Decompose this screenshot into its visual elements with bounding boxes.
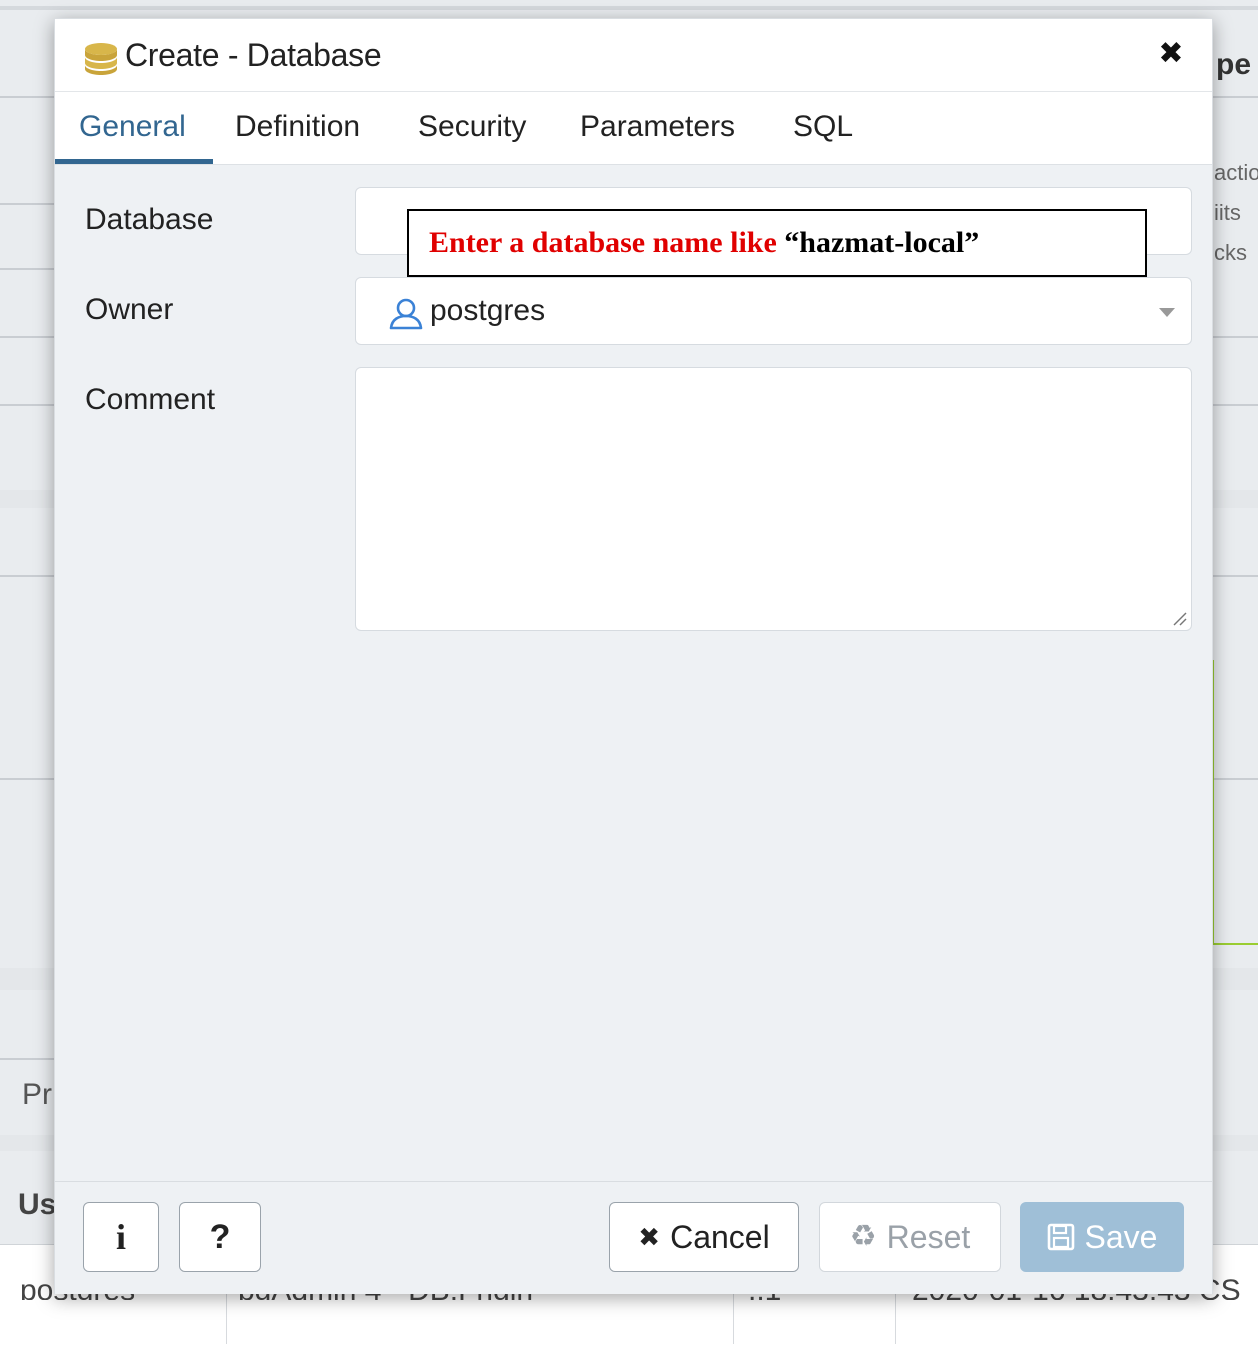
bg-divider <box>1211 404 1258 406</box>
bg-divider <box>0 336 60 338</box>
recycle-icon: ♻ <box>849 1220 877 1253</box>
tab-security[interactable]: Security <box>418 110 526 144</box>
dialog-footer: i ? ✖ Cancel ♻ Reset Save <box>55 1181 1212 1294</box>
owner-selected-value: postgres <box>430 294 546 327</box>
comment-label: Comment <box>85 383 216 416</box>
bg-divider <box>0 203 60 205</box>
save-button[interactable]: Save <box>1020 1202 1184 1272</box>
floppy-disk-icon <box>1047 1223 1074 1251</box>
annotation-instruction: Enter a database name like <box>429 226 777 259</box>
dialog-title: Create - Database <box>125 37 382 73</box>
owner-label: Owner <box>85 293 174 326</box>
database-label: Database <box>85 203 214 236</box>
save-label: Save <box>1084 1218 1158 1255</box>
bg-divider <box>0 575 60 577</box>
user-icon <box>388 298 424 330</box>
cancel-label: Cancel <box>670 1218 770 1255</box>
bg-header-partial: pe <box>1216 48 1252 81</box>
owner-select[interactable]: postgres <box>355 277 1192 345</box>
bg-panel-title-partial: Pr <box>22 1078 52 1111</box>
reset-button[interactable]: ♻ Reset <box>819 1202 1001 1272</box>
help-icon: ? <box>209 1218 231 1256</box>
dialog-titlebar[interactable]: Create - Database ✖ <box>55 19 1212 92</box>
bg-label-partial: iits <box>1214 200 1241 225</box>
create-database-dialog: Create - Database ✖ General Definition S… <box>54 18 1213 1294</box>
help-button[interactable]: ? <box>179 1202 261 1272</box>
cancel-button[interactable]: ✖ Cancel <box>609 1202 799 1272</box>
bg-divider <box>1211 336 1258 338</box>
chevron-down-icon <box>1159 308 1175 317</box>
bg-divider <box>0 404 60 406</box>
resize-handle-icon[interactable] <box>1171 610 1187 626</box>
bg-top-border <box>0 6 1258 10</box>
tab-parameters[interactable]: Parameters <box>580 110 735 144</box>
comment-textarea[interactable] <box>355 367 1192 631</box>
info-button[interactable]: i <box>83 1202 159 1272</box>
close-icon[interactable]: ✖ <box>1154 37 1188 71</box>
bg-divider <box>1211 96 1258 98</box>
bg-divider <box>1211 575 1258 577</box>
close-icon: ✖ <box>638 1222 661 1252</box>
tab-general[interactable]: General <box>79 110 186 144</box>
bg-divider <box>0 778 60 780</box>
bg-divider <box>0 268 60 270</box>
bg-label-partial: cks <box>1214 240 1247 265</box>
bg-divider <box>0 1058 60 1060</box>
annotation-callout: Enter a database name like “hazmat-local… <box>407 209 1147 277</box>
bg-column-header-partial: Us <box>18 1188 54 1221</box>
bg-graph-line <box>1212 943 1258 945</box>
dialog-body: Database Enter a database name like “haz… <box>55 165 1212 1181</box>
active-tab-indicator <box>55 159 213 164</box>
tab-sql[interactable]: SQL <box>793 110 853 144</box>
bg-divider <box>0 96 60 98</box>
reset-label: Reset <box>886 1218 971 1255</box>
annotation-example: “hazmat-local” <box>784 226 980 259</box>
dialog-tabs: General Definition Security Parameters S… <box>55 92 1212 165</box>
database-icon <box>83 41 119 75</box>
tab-definition[interactable]: Definition <box>235 110 360 144</box>
bg-label-partial: actio <box>1214 160 1258 185</box>
bg-divider <box>1211 778 1258 780</box>
info-icon: i <box>115 1217 126 1257</box>
